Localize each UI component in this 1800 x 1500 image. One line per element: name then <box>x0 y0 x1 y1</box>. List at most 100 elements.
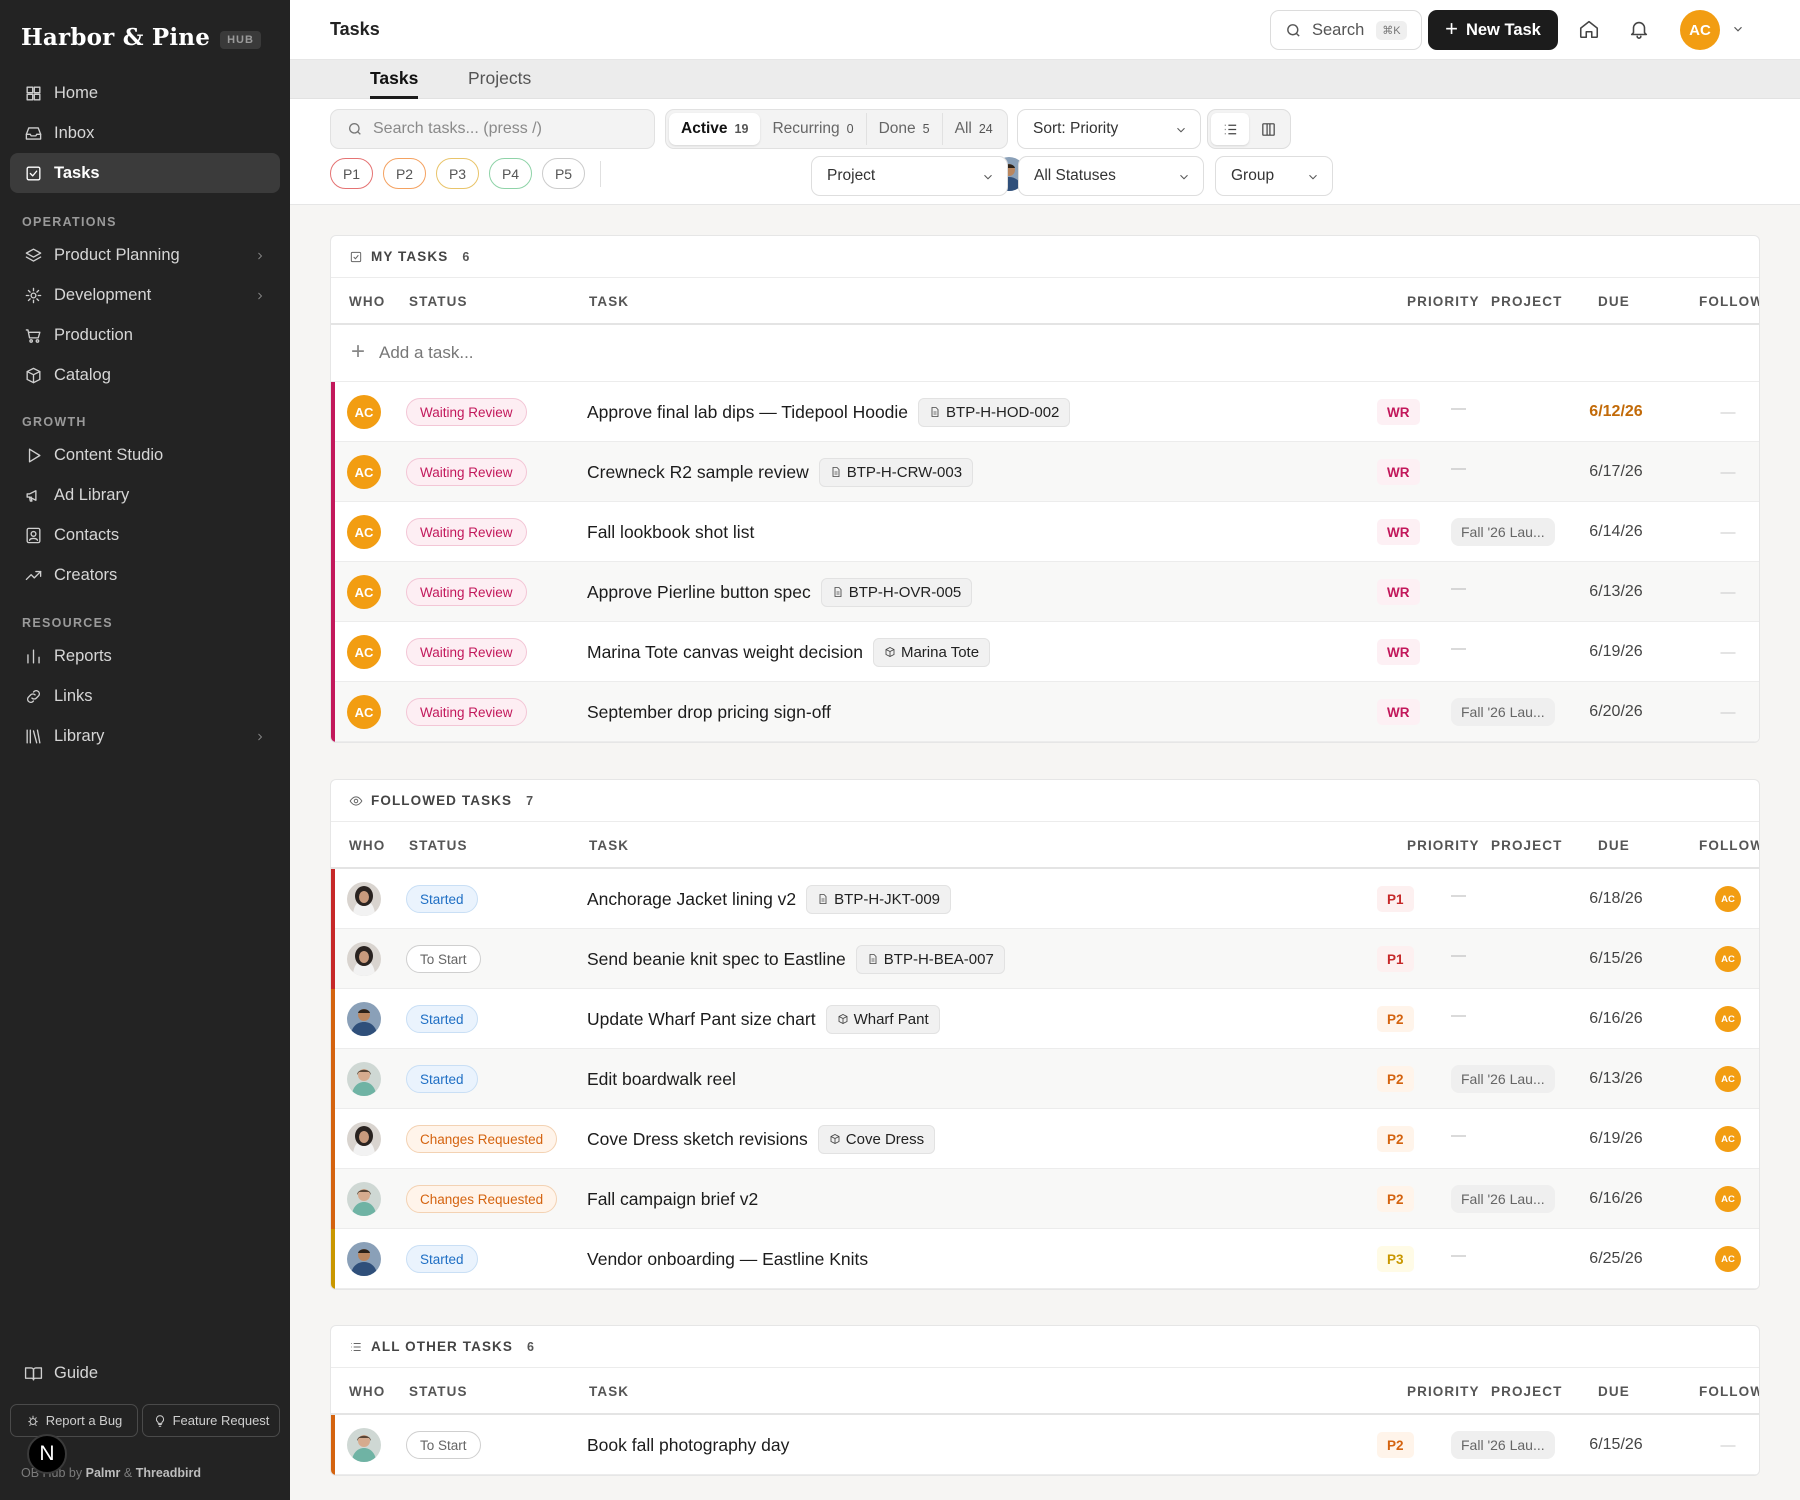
task-title-cell[interactable]: Fall lookbook shot list <box>587 502 754 562</box>
column-task[interactable]: TASK <box>589 294 629 309</box>
table-row[interactable]: To Start Book fall photography day P2 Fall … <box>331 1415 1759 1475</box>
sidebar-item-content-studio[interactable]: Content Studio <box>10 435 280 475</box>
column-project[interactable]: PROJECT <box>1491 1384 1562 1399</box>
list-view-button[interactable] <box>1211 113 1249 145</box>
follow-cell[interactable]: AC <box>1708 989 1748 1049</box>
statuses-dropdown[interactable]: All Statuses <box>1018 156 1204 196</box>
status-badge[interactable]: Waiting Review <box>406 638 527 666</box>
linked-item-tag[interactable]: Marina Tote <box>872 637 991 667</box>
brand[interactable]: Harbor & Pine HUB <box>21 24 261 51</box>
column-task[interactable]: TASK <box>589 838 629 853</box>
status-badge[interactable]: Waiting Review <box>406 578 527 606</box>
table-row[interactable]: AC Waiting Review Crewneck R2 sample revie… <box>331 442 1759 502</box>
table-row[interactable]: Started Edit boardwalk reel P2 Fall '26 Lau… <box>331 1049 1759 1109</box>
column-status[interactable]: STATUS <box>409 294 468 309</box>
priority-badge[interactable]: P2 <box>1377 1186 1414 1212</box>
status-badge[interactable]: Started <box>406 885 478 913</box>
follow-cell[interactable]: AC <box>1708 1229 1748 1289</box>
status-badge[interactable]: Changes Requested <box>406 1125 558 1153</box>
due-date[interactable]: 6/16/26 <box>1551 989 1681 1049</box>
section-header[interactable]: MY TASKS 6 <box>331 236 1759 278</box>
priority-badge[interactable]: WR <box>1377 639 1420 665</box>
column-status[interactable]: STATUS <box>409 1384 468 1399</box>
section-header[interactable]: ALL OTHER TASKS 6 <box>331 1326 1759 1368</box>
table-row[interactable]: Changes Requested Fall campaign brief v2 P… <box>331 1169 1759 1229</box>
avatar[interactable] <box>347 1002 381 1036</box>
due-date[interactable]: 6/15/26 <box>1551 929 1681 989</box>
status-badge[interactable]: Started <box>406 1005 478 1033</box>
priority-badge[interactable]: P2 <box>1377 1066 1414 1092</box>
avatar[interactable] <box>347 1182 381 1216</box>
project-cell[interactable]: Fall '26 Lau... <box>1451 1185 1555 1213</box>
segment-all[interactable]: All 24 <box>943 113 1005 145</box>
task-title-cell[interactable]: September drop pricing sign-off <box>587 682 831 742</box>
column-who[interactable]: WHO <box>349 838 385 853</box>
section-header[interactable]: FOLLOWED TASKS 7 <box>331 780 1759 822</box>
avatar[interactable] <box>347 1242 381 1276</box>
project-cell[interactable]: Fall '26 Lau... <box>1451 698 1555 726</box>
column-project[interactable]: PROJECT <box>1491 838 1562 853</box>
linked-item-tag[interactable]: BTP-H-OVR-005 <box>820 577 973 607</box>
column-due[interactable]: DUE <box>1598 1384 1630 1399</box>
global-search-button[interactable]: Search ⌘K <box>1270 10 1422 50</box>
sidebar-item-creators[interactable]: Creators <box>10 555 280 595</box>
status-badge[interactable]: To Start <box>406 1431 481 1459</box>
group-dropdown[interactable]: Group <box>1215 156 1333 196</box>
due-date[interactable]: 6/14/26 <box>1551 502 1681 562</box>
priority-badge[interactable]: P2 <box>1377 1126 1414 1152</box>
avatar[interactable]: AC <box>347 395 381 429</box>
status-badge[interactable]: Changes Requested <box>406 1185 558 1213</box>
priority-filter-p5[interactable]: P5 <box>542 158 585 189</box>
follow-cell[interactable]: AC <box>1708 1049 1748 1109</box>
avatar[interactable] <box>347 1122 381 1156</box>
column-status[interactable]: STATUS <box>409 838 468 853</box>
due-date[interactable]: 6/13/26 <box>1551 562 1681 622</box>
sidebar-item-development[interactable]: Development <box>10 275 280 315</box>
priority-filter-p1[interactable]: P1 <box>330 158 373 189</box>
due-date[interactable]: 6/18/26 <box>1551 869 1681 929</box>
priority-filter-p2[interactable]: P2 <box>383 158 426 189</box>
sidebar-item-contacts[interactable]: Contacts <box>10 515 280 555</box>
sidebar-item-tasks[interactable]: Tasks <box>10 153 280 193</box>
follow-cell[interactable]: — <box>1708 1415 1748 1475</box>
task-title-cell[interactable]: Cove Dress sketch revisions Cove Dress <box>587 1109 936 1169</box>
task-title-cell[interactable]: Marina Tote canvas weight decision Marina… <box>587 622 991 682</box>
column-follow[interactable]: FOLLOW <box>1699 294 1759 309</box>
table-row[interactable]: AC Waiting Review Fall lookbook shot list W… <box>331 502 1759 562</box>
sidebar-item-catalog[interactable]: Catalog <box>10 355 280 395</box>
task-title-cell[interactable]: Approve final lab dips — Tidepool Hoodie… <box>587 382 1071 442</box>
avatar[interactable]: AC <box>347 515 381 549</box>
task-title-cell[interactable]: Approve Pierline button spec BTP-H-OVR-00… <box>587 562 973 622</box>
avatar[interactable]: AC <box>347 635 381 669</box>
table-row[interactable]: AC Waiting Review Approve final lab dips —… <box>331 382 1759 442</box>
avatar[interactable] <box>347 882 381 916</box>
tab-tasks[interactable]: Tasks <box>370 68 419 99</box>
column-who[interactable]: WHO <box>349 1384 385 1399</box>
column-who[interactable]: WHO <box>349 294 385 309</box>
home-icon[interactable] <box>1578 18 1602 42</box>
table-row[interactable]: Started Vendor onboarding — Eastline Knit… <box>331 1229 1759 1289</box>
board-view-button[interactable] <box>1249 113 1287 145</box>
avatar[interactable] <box>347 942 381 976</box>
column-due[interactable]: DUE <box>1598 838 1630 853</box>
priority-badge[interactable]: WR <box>1377 699 1420 725</box>
linked-item-tag[interactable]: BTP-H-HOD-002 <box>918 397 1071 427</box>
follow-cell[interactable]: — <box>1708 442 1748 502</box>
project-cell[interactable]: Fall '26 Lau... <box>1451 1065 1555 1093</box>
task-title-cell[interactable]: Fall campaign brief v2 <box>587 1169 758 1229</box>
project-dropdown[interactable]: Project <box>811 156 1008 196</box>
status-badge[interactable]: Started <box>406 1245 478 1273</box>
tab-projects[interactable]: Projects <box>468 68 531 99</box>
report-bug-button[interactable]: Report a Bug <box>10 1404 138 1437</box>
column-follow[interactable]: FOLLOW <box>1699 838 1759 853</box>
column-priority[interactable]: PRIORITY <box>1407 1384 1480 1399</box>
project-cell[interactable]: Fall '26 Lau... <box>1451 518 1555 546</box>
status-badge[interactable]: Waiting Review <box>406 518 527 546</box>
segment-done[interactable]: Done 5 <box>867 113 943 145</box>
segment-recurring[interactable]: Recurring 0 <box>760 113 867 145</box>
column-project[interactable]: PROJECT <box>1491 294 1562 309</box>
sidebar-item-guide[interactable]: Guide <box>10 1353 280 1393</box>
priority-badge[interactable]: P2 <box>1377 1006 1414 1032</box>
follow-cell[interactable]: — <box>1708 622 1748 682</box>
due-date[interactable]: 6/19/26 <box>1551 1109 1681 1169</box>
